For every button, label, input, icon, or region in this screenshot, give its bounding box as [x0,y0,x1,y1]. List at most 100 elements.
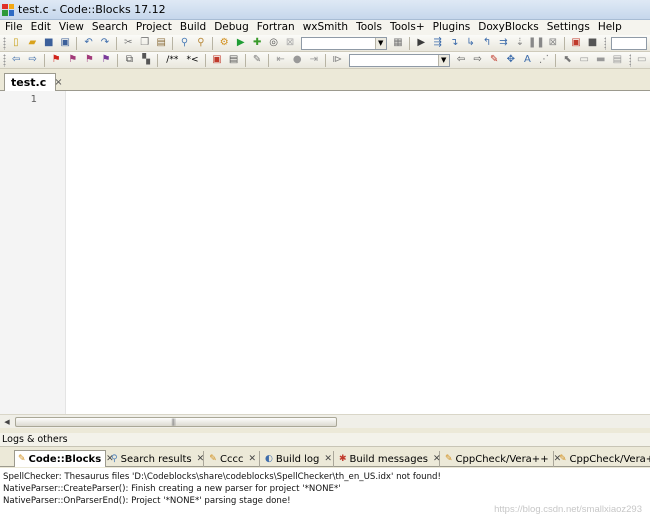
scope-dropdown[interactable]: ▼ [348,53,450,67]
tab-test-c[interactable]: test.c × [4,73,63,91]
menu-wxsmith[interactable]: wxSmith [301,20,354,35]
abort-icon[interactable]: ⊠ [284,36,296,50]
menu-settings[interactable]: Settings [545,20,596,35]
code-editor[interactable]: 1 [0,91,650,414]
debug-windows-icon[interactable]: ▣ [570,36,582,50]
replace-icon[interactable]: ⚲ [195,36,207,50]
close-icon[interactable]: ✕ [324,454,332,464]
extra-icon[interactable]: ▭ [635,53,648,67]
menu-plugins[interactable]: Plugins [431,20,477,35]
scrollbar-thumb[interactable]: ||| [15,417,337,427]
pause-icon[interactable]: ❚❚ [530,36,542,50]
build-gear-icon[interactable]: ⚙ [218,36,230,50]
chevron-down-icon[interactable]: ▼ [437,54,449,66]
paste-icon[interactable]: ▤ [155,36,167,50]
toolbar-grip[interactable] [628,53,632,67]
tab-cppcheck-vera[interactable]: ✎ CppCheck/Vera++ ✕ [442,451,561,467]
block-comment-icon[interactable]: ▚ [140,53,153,67]
horizontal-scrollbar[interactable]: ◀ ||| [0,414,650,428]
menu-file[interactable]: File [3,20,29,35]
pointer-icon[interactable]: ⬉ [561,53,574,67]
prev-bookmark-icon[interactable]: ⚑ [66,53,79,67]
menu-search[interactable]: Search [90,20,134,35]
menu-build[interactable]: Build [178,20,212,35]
build-target-dropdown[interactable]: ▼ [301,36,387,50]
jump-back-icon[interactable]: ⇦ [10,53,23,67]
redo-icon[interactable]: ↷ [99,36,111,50]
new-file-icon[interactable]: ▯ [10,36,22,50]
undo-icon[interactable]: ↶ [82,36,94,50]
rebuild-icon[interactable]: ◎ [267,36,279,50]
open-file-icon[interactable]: ▰ [26,36,38,50]
panel-icon[interactable]: ▬ [594,53,607,67]
scroll-left-icon[interactable]: ◀ [2,417,12,427]
chevron-down-icon[interactable]: ▼ [374,37,386,49]
window-icon[interactable]: ▭ [578,53,591,67]
clear-bookmarks-icon[interactable]: ⚑ [100,53,113,67]
tab-build-messages[interactable]: ✱ Build messages ✕ [336,451,441,467]
pencil-doc-icon: ✎ [18,453,26,464]
nav-back-icon[interactable]: ⇦ [455,53,468,67]
save-icon[interactable]: ■ [43,36,55,50]
menu-help[interactable]: Help [596,20,628,35]
tab-cppcheck-vera-messages[interactable]: ✎ CppCheck/Vera++ m [556,451,650,467]
next-error-icon[interactable]: ⇥ [307,53,320,67]
step-into-icon[interactable]: ↳ [464,36,476,50]
nav-forward-icon[interactable]: ⇨ [471,53,484,67]
copy-icon[interactable]: ❐ [139,36,151,50]
menu-doxyblocks[interactable]: DoxyBlocks [476,20,544,35]
close-icon[interactable]: × [54,77,62,88]
toolbar-grip[interactable] [3,36,6,50]
doxy-inline-comment-button[interactable]: *< [185,53,199,67]
spellcheck-icon[interactable]: A [521,53,534,67]
toolbar-grip[interactable] [3,53,6,67]
log-output[interactable]: SpellChecker: Thesaurus files 'D:\Codebl… [0,468,650,523]
tab-codeblocks[interactable]: ✎ Code::Blocks ✕ [14,450,114,467]
next-instruction-icon[interactable]: ⇉ [497,36,509,50]
run-to-cursor-icon[interactable]: ⇶ [431,36,443,50]
find-icon[interactable]: ⚲ [178,36,190,50]
bookmark-flag-icon[interactable]: ⚑ [50,53,63,67]
tab-search-results[interactable]: ⚲ Search results ✕ [108,451,204,467]
debug-run-icon[interactable]: ▶ [415,36,427,50]
highlight-icon[interactable]: ⧉ [123,53,136,67]
close-icon[interactable]: ✕ [433,454,441,464]
cut-icon[interactable]: ✂ [122,36,134,50]
more-icon[interactable]: ⋰ [538,53,551,67]
menu-debug[interactable]: Debug [212,20,255,35]
menu-view[interactable]: View [57,20,90,35]
next-line-icon[interactable]: ↴ [448,36,460,50]
toggle-icon[interactable]: ● [291,53,304,67]
next-bookmark-icon[interactable]: ⚑ [83,53,96,67]
wrench-icon[interactable]: ✎ [251,53,264,67]
step-out-icon[interactable]: ↰ [481,36,493,50]
toolbar-combo[interactable] [611,36,648,50]
toolbar-grip[interactable] [603,36,607,50]
prev-error-icon[interactable]: ⇤ [274,53,287,67]
doxy-comment-button[interactable]: /** [163,53,181,67]
close-icon[interactable]: ✕ [197,454,205,464]
tab-build-log[interactable]: ◐ Build log ✕ [262,451,334,467]
doxywizard-icon[interactable]: ▣ [211,53,224,67]
jump-forward-icon[interactable]: ⇨ [26,53,39,67]
pen-icon[interactable]: ✎ [488,53,501,67]
doxy-html-icon[interactable]: ▤ [227,53,240,67]
tab-cccc[interactable]: ✎ Cccc ✕ [206,451,260,467]
stop-debug-icon[interactable]: ⊠ [547,36,559,50]
toolbar-separator [409,36,411,50]
run-icon[interactable]: ▶ [234,36,246,50]
menu-edit[interactable]: Edit [29,20,57,35]
target-options-icon[interactable]: ▦ [392,36,404,50]
save-all-icon[interactable]: ▣ [59,36,71,50]
menu-project[interactable]: Project [134,20,178,35]
build-and-run-icon[interactable]: ✚ [251,36,263,50]
menu-tools[interactable]: Tools [354,20,388,35]
select-icon[interactable]: ✥ [505,53,518,67]
step-instruction-icon[interactable]: ⇣ [514,36,526,50]
close-icon[interactable]: ✕ [248,454,256,464]
menu-fortran[interactable]: Fortran [255,20,301,35]
layout-icon[interactable]: ▤ [611,53,624,67]
menu-tools-plus[interactable]: Tools+ [388,20,431,35]
debug-info-icon[interactable]: ■ [586,36,598,50]
symbol-browser-icon[interactable]: ⧐ [331,53,344,67]
